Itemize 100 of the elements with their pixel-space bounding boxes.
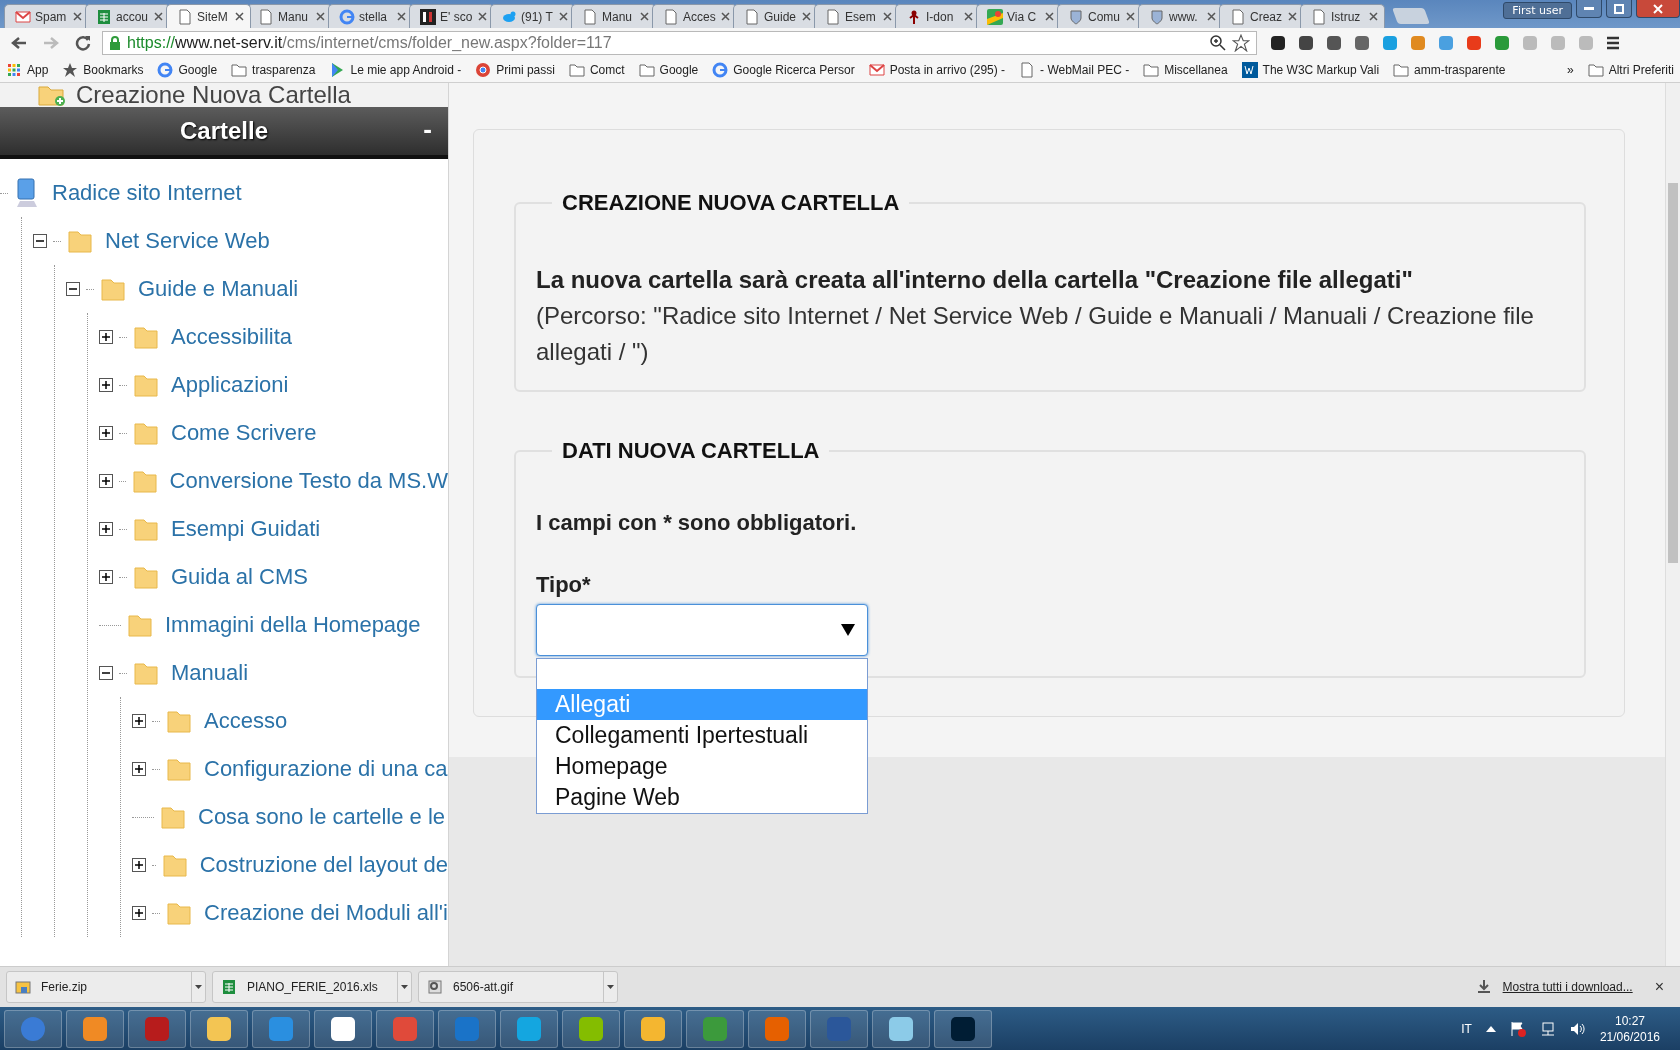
close-icon[interactable]	[640, 12, 649, 21]
extension-icon[interactable]	[1297, 34, 1315, 52]
taskbar-button[interactable]	[190, 1009, 248, 1048]
taskbar-button[interactable]	[562, 1009, 620, 1048]
browser-tab[interactable]: SiteM	[166, 4, 251, 28]
profile-button[interactable]: First user	[1503, 2, 1572, 19]
taskbar-button[interactable]	[934, 1009, 992, 1048]
language-indicator[interactable]: IT	[1461, 1021, 1472, 1036]
bookmark[interactable]: Miscellanea	[1143, 62, 1228, 78]
show-all-downloads-link[interactable]: Mostra tutti i download...	[1502, 980, 1633, 994]
caret-button[interactable]	[191, 972, 205, 1002]
bookmark[interactable]: Primi passi	[475, 62, 555, 78]
menu-icon[interactable]	[1605, 35, 1621, 51]
caret-button[interactable]	[397, 972, 411, 1002]
expand-icon[interactable]	[99, 378, 113, 392]
bookmark[interactable]: Google Ricerca Persor	[712, 62, 855, 78]
folder-link[interactable]: Costruzione del layout de	[199, 852, 448, 878]
expand-icon[interactable]	[132, 714, 146, 728]
expand-icon[interactable]	[132, 762, 146, 776]
close-icon[interactable]	[1207, 12, 1216, 21]
folder-link[interactable]: Accesso	[204, 708, 288, 734]
bookmark[interactable]: Comct	[568, 62, 625, 78]
bookmark[interactable]: Google	[157, 62, 218, 78]
folder-link[interactable]: Guide e Manuali	[138, 276, 299, 302]
close-icon[interactable]	[559, 12, 568, 21]
clock[interactable]: 10:27 21/06/2016	[1599, 1013, 1660, 1044]
extension-icon[interactable]	[1269, 34, 1287, 52]
network-icon[interactable]	[1539, 1020, 1556, 1037]
close-icon[interactable]	[154, 12, 163, 21]
collapse-icon[interactable]	[66, 282, 80, 296]
folder-link[interactable]: Esempi Guidati	[171, 516, 321, 542]
folder-link[interactable]: Manuali	[171, 660, 249, 686]
bookmark[interactable]: Posta in arrivo (295) -	[868, 62, 1006, 78]
close-icon[interactable]	[883, 12, 892, 21]
close-icon[interactable]	[1045, 12, 1054, 21]
minimize-button[interactable]	[1576, 0, 1602, 18]
flag-icon[interactable]	[1509, 1020, 1526, 1037]
close-button[interactable]	[1636, 0, 1680, 18]
maximize-button[interactable]	[1606, 0, 1632, 18]
scrollbar-thumb[interactable]	[1668, 183, 1678, 563]
bookmark[interactable]: Le mie app Android -	[329, 62, 462, 78]
bookmark[interactable]: App	[6, 62, 49, 78]
required-note: I campi con * sono obbligatori.	[536, 510, 858, 536]
bookmark[interactable]: trasparenza	[231, 62, 316, 78]
folder-link[interactable]: Creazione dei Moduli all'i	[204, 900, 448, 926]
star-icon[interactable]	[1232, 34, 1250, 52]
close-icon[interactable]	[721, 12, 730, 21]
close-icon[interactable]	[478, 12, 487, 21]
taskbar-button[interactable]	[314, 1009, 372, 1048]
bookmark[interactable]: Bookmarks	[62, 62, 144, 78]
type-select[interactable]	[536, 604, 868, 656]
extension-icon[interactable]	[1325, 34, 1343, 52]
browser-tab[interactable]: Istruz	[1300, 4, 1385, 28]
address-bar[interactable]: https://www.net-serv.it/cms/internet/cms/folder_new.aspx?folder=117	[102, 31, 1257, 55]
close-icon[interactable]	[235, 12, 244, 21]
more-bookmarks[interactable]: »	[1566, 63, 1574, 77]
up-caret-icon[interactable]	[1485, 1025, 1496, 1032]
folder-link[interactable]: Come Scrivere	[171, 420, 317, 446]
download-item[interactable]: Ferie.zip	[6, 971, 206, 1003]
expand-icon[interactable]	[99, 522, 113, 536]
other-bookmarks-folder[interactable]: Altri Preferiti	[1587, 62, 1674, 78]
expand-icon[interactable]	[99, 426, 113, 440]
bookmark[interactable]: The W3C Markup Vali	[1241, 62, 1380, 78]
taskbar-button[interactable]	[66, 1009, 124, 1048]
folder-link[interactable]: Cosa sono le cartelle e le	[198, 804, 446, 830]
expand-icon[interactable]	[132, 906, 146, 920]
folder-link[interactable]: Radice sito Internet	[52, 180, 242, 206]
folder-link[interactable]: Conversione Testo da MS.W	[169, 468, 448, 494]
folder-link[interactable]: Accessibilita	[171, 324, 293, 350]
taskbar-button[interactable]	[624, 1009, 682, 1048]
taskbar-button[interactable]	[872, 1009, 930, 1048]
close-icon[interactable]	[802, 12, 811, 21]
folder-link[interactable]: Configurazione di una ca	[204, 756, 448, 782]
close-icon[interactable]	[316, 12, 325, 21]
close-icon[interactable]	[1288, 12, 1297, 21]
collapse-icon[interactable]	[99, 666, 113, 680]
scrollbar[interactable]	[1665, 83, 1680, 966]
bookmark[interactable]: amm-trasparente	[1393, 62, 1506, 78]
zoom-icon[interactable]	[1210, 35, 1226, 51]
bookmark[interactable]: Google	[638, 62, 699, 78]
collapse-icon[interactable]	[33, 234, 47, 248]
folder-link[interactable]: Immagini della Homepage	[165, 612, 421, 638]
caret-button[interactable]	[603, 972, 617, 1002]
expand-icon[interactable]	[99, 570, 113, 584]
close-icon[interactable]	[1126, 12, 1135, 21]
download-item[interactable]: 6506-att.gif	[418, 971, 618, 1003]
expand-icon[interactable]	[99, 474, 113, 488]
folder-link[interactable]: Guida al CMS	[171, 564, 308, 590]
download-item[interactable]: PIANO_FERIE_2016.xls	[212, 971, 412, 1003]
close-button[interactable]: ×	[1654, 978, 1664, 996]
folder-link[interactable]: Applicazioni	[171, 372, 289, 398]
expand-icon[interactable]	[132, 858, 146, 872]
expand-icon[interactable]	[99, 330, 113, 344]
close-icon[interactable]	[1369, 12, 1378, 21]
collapse-button[interactable]: -	[423, 117, 432, 141]
close-icon[interactable]	[964, 12, 973, 21]
folder-link[interactable]: Net Service Web	[105, 228, 270, 254]
bookmark[interactable]: - WebMail PEC -	[1019, 62, 1130, 78]
close-icon[interactable]	[73, 12, 82, 21]
close-icon[interactable]	[397, 12, 406, 21]
